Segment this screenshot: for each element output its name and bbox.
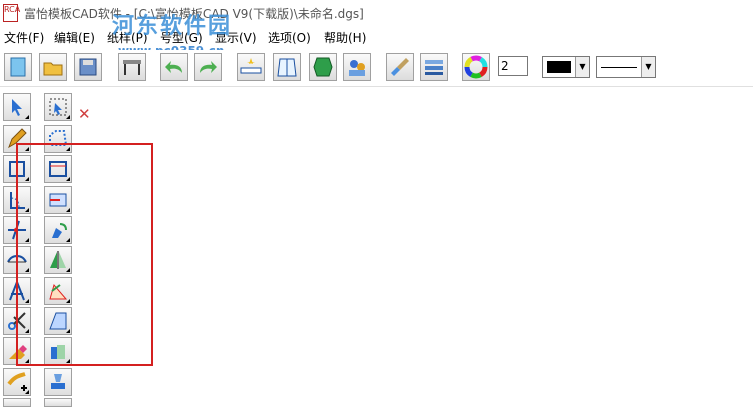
color-swatch bbox=[547, 61, 571, 73]
measure-button[interactable] bbox=[237, 53, 265, 81]
open-button[interactable] bbox=[39, 53, 67, 81]
compass-tool[interactable] bbox=[3, 277, 31, 305]
piece-button[interactable] bbox=[273, 53, 301, 81]
main-toolbar: 2 ▼ ▼ bbox=[0, 50, 753, 87]
pleat-tool[interactable] bbox=[44, 337, 72, 365]
mirror-tool[interactable] bbox=[44, 246, 72, 274]
undo-arrow-icon bbox=[165, 61, 182, 73]
plot-button[interactable] bbox=[118, 53, 146, 81]
seam-tool[interactable] bbox=[44, 155, 72, 183]
button-placement-tool[interactable] bbox=[44, 398, 72, 407]
color-wheel-icon bbox=[464, 55, 488, 79]
save-button[interactable] bbox=[74, 53, 102, 81]
layers-icon bbox=[425, 60, 443, 75]
menu-file[interactable]: 文件(F) bbox=[4, 29, 44, 46]
paint-brush-icon bbox=[391, 58, 409, 76]
save-disk-icon bbox=[79, 58, 97, 76]
dart-tool[interactable] bbox=[44, 277, 72, 305]
curve-tool[interactable] bbox=[3, 246, 31, 274]
menu-help[interactable]: 帮助(H) bbox=[324, 29, 366, 46]
color-select[interactable]: ▼ bbox=[542, 56, 590, 78]
close-icon[interactable]: ✕ bbox=[78, 105, 91, 123]
rotate-tool[interactable] bbox=[44, 216, 72, 244]
shape-button[interactable] bbox=[309, 53, 337, 81]
line-style-preview bbox=[601, 67, 637, 68]
select-tool[interactable] bbox=[3, 93, 31, 121]
select-piece-tool[interactable] bbox=[44, 93, 72, 121]
color-wheel-button[interactable] bbox=[462, 53, 490, 81]
undo-button[interactable] bbox=[160, 53, 188, 81]
users-icon bbox=[349, 60, 365, 76]
intersect-tool[interactable] bbox=[3, 216, 31, 244]
add-point-tool[interactable] bbox=[3, 368, 31, 396]
menu-edit[interactable]: 编辑(E) bbox=[54, 29, 95, 46]
color-dropdown-arrow[interactable]: ▼ bbox=[575, 57, 589, 77]
redo-arrow-icon bbox=[200, 61, 217, 73]
notch-tool[interactable] bbox=[44, 186, 72, 214]
brush-button[interactable] bbox=[386, 53, 414, 81]
line-style-dropdown-arrow[interactable]: ▼ bbox=[641, 57, 655, 77]
open-folder-icon bbox=[43, 62, 63, 76]
watermark-text: 河东软件园 bbox=[112, 14, 233, 39]
new-button[interactable] bbox=[4, 53, 32, 81]
stamp-icon bbox=[51, 374, 65, 389]
piece-outline-tool[interactable] bbox=[44, 125, 72, 153]
ruler-star-icon bbox=[240, 58, 262, 74]
rectangle-tool[interactable] bbox=[3, 155, 31, 183]
grade-tool[interactable] bbox=[3, 398, 31, 407]
users-button[interactable] bbox=[343, 53, 371, 81]
drawing-canvas[interactable] bbox=[80, 90, 753, 407]
redo-button[interactable] bbox=[194, 53, 222, 81]
pattern-piece-icon bbox=[277, 58, 297, 77]
scissors-tool[interactable] bbox=[3, 307, 31, 335]
layers-button[interactable] bbox=[420, 53, 448, 81]
new-file-icon bbox=[10, 57, 26, 77]
line-style-select[interactable]: ▼ bbox=[596, 56, 656, 78]
line-width-input[interactable]: 2 bbox=[498, 56, 528, 76]
fold-tool[interactable] bbox=[44, 307, 72, 335]
eraser-tool[interactable] bbox=[3, 337, 31, 365]
angle-tool[interactable] bbox=[3, 186, 31, 214]
green-polygon-icon bbox=[313, 57, 333, 77]
stamp-tool[interactable] bbox=[44, 368, 72, 396]
menu-options[interactable]: 选项(O) bbox=[268, 29, 311, 46]
app-logo-icon[interactable]: RCA bbox=[3, 4, 20, 22]
pencil-tool[interactable] bbox=[3, 125, 31, 153]
plotter-icon bbox=[123, 60, 141, 75]
